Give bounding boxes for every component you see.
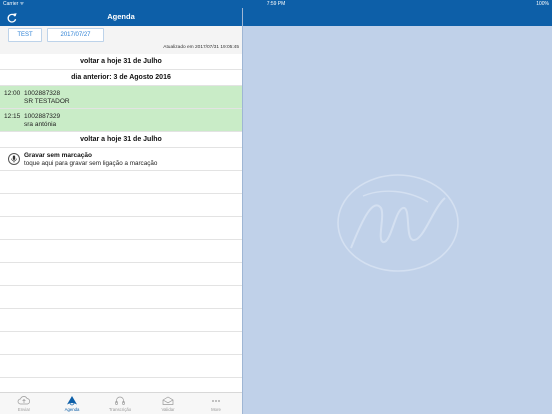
back-to-today-top[interactable]: voltar a hoje 31 de Julho <box>0 54 242 70</box>
headphones-icon <box>115 396 125 405</box>
appointment-time: 12:15 <box>4 113 21 120</box>
appointment-name: SR TESTADOR <box>24 98 70 105</box>
tab-label: More <box>211 407 221 412</box>
empty-row <box>0 171 242 194</box>
back-to-today-bottom[interactable]: voltar a hoje 31 de Julho <box>0 132 242 148</box>
agenda-panel: Agenda TEST 2017/07/27 Atualizado em 201… <box>0 0 242 414</box>
tab-label: Validar <box>161 407 175 412</box>
appointment-name: sra antónia <box>24 121 57 128</box>
tab-enviar[interactable]: Enviar <box>0 395 48 414</box>
test-button[interactable]: TEST <box>8 28 42 42</box>
nav-bar: Agenda <box>0 8 242 26</box>
toolbar: TEST 2017/07/27 Atualizado em 2017/07/31… <box>0 26 242 54</box>
empty-row <box>0 194 242 217</box>
tab-transcricao[interactable]: Transcrição <box>96 395 144 414</box>
status-bar: Carrier ᯤ 7:59 PM 100% <box>0 0 552 8</box>
previous-day-row[interactable]: dia anterior: 3 de Agosto 2016 <box>0 70 242 86</box>
tab-label: Enviar <box>17 407 31 412</box>
calendar-icon <box>67 396 77 406</box>
tab-bar: Enviar Agenda Transcrição Validar More <box>0 392 242 414</box>
agenda-list: voltar a hoje 31 de Julho dia anterior: … <box>0 54 242 378</box>
appointment-time: 12:00 <box>4 90 21 97</box>
cloud-upload-icon <box>17 396 30 405</box>
record-title: Gravar sem marcação <box>24 152 92 159</box>
detail-nav-bar <box>243 8 552 26</box>
empty-row <box>0 309 242 332</box>
empty-row <box>0 217 242 240</box>
battery-text: 100% <box>536 1 549 7</box>
detail-panel <box>243 0 552 414</box>
empty-row <box>0 286 242 309</box>
empty-row <box>0 240 242 263</box>
appointment-code: 1002887329 <box>24 113 61 120</box>
page-title: Agenda <box>107 12 135 21</box>
clock-text: 7:59 PM <box>266 1 286 7</box>
tab-agenda[interactable]: Agenda <box>48 395 96 414</box>
appointment-code: 1002887328 <box>24 90 61 97</box>
tab-validar[interactable]: Validar <box>144 395 192 414</box>
logo-watermark-icon <box>337 174 459 272</box>
empty-row <box>0 263 242 286</box>
date-picker-button[interactable]: 2017/07/27 <box>47 28 104 42</box>
tab-label: Transcrição <box>108 407 132 412</box>
tab-label: Agenda <box>64 407 80 412</box>
empty-row <box>0 332 242 355</box>
tab-more[interactable]: More <box>192 395 240 414</box>
appointment-row[interactable]: 12:15 1002887329 sra antónia <box>0 109 242 132</box>
empty-row <box>0 355 242 378</box>
inbox-icon <box>162 396 174 405</box>
microphone-icon <box>8 153 20 165</box>
appointment-row[interactable]: 12:00 1002887328 SR TESTADOR <box>0 86 242 109</box>
record-subtitle: toque aqui para gravar sem ligação a mar… <box>24 160 158 167</box>
last-updated-text: Atualizado em 2017/07/31 19:05:45 <box>163 45 239 50</box>
more-icon <box>212 400 220 402</box>
record-without-appointment[interactable]: Gravar sem marcação toque aqui para grav… <box>0 148 242 171</box>
